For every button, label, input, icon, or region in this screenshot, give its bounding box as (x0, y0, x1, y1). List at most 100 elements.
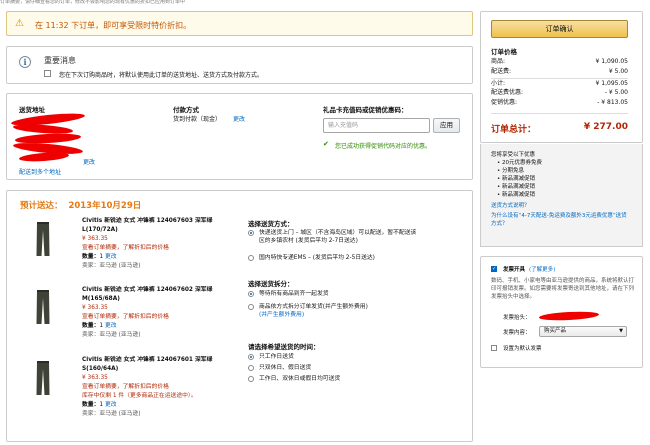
time-option-any[interactable]: 工作日、双休日或假日均可送货 (248, 375, 340, 383)
product-price: ¥ 363.35 (82, 375, 108, 381)
redaction-scribble (538, 310, 600, 322)
time-option-label: 只工作日送货 (259, 354, 294, 360)
radio-button[interactable] (248, 290, 254, 297)
time-option-label: 只双休日、假日送货 (259, 365, 312, 371)
summary-row-ship-discount: 配送费优惠: - ¥ 5.00 (491, 89, 628, 97)
row-value: ¥ 5.00 (608, 68, 628, 75)
promo-hint: 宣看订单摘要，了解折扣后的价格 (82, 384, 169, 390)
split-option-together[interactable]: 等待所有商品到齐一起发货 (248, 290, 329, 298)
row-value: ¥ 1,095.05 (595, 80, 628, 87)
product-price: ¥ 363.35 (82, 236, 108, 242)
product-title[interactable]: Civitis 新锐迹 女式 冲锋裤 124067601 深军绿 S(160/6… (82, 356, 247, 374)
giftcard-heading: 礼品卡充值码或促销优惠码： (323, 106, 408, 114)
radio-button[interactable] (248, 364, 254, 371)
invoice-toggle-label: 发票开具 (503, 267, 526, 273)
ship-option-line2: 区的乡镇农村 (发货后平均 2-7日送达) (259, 238, 358, 244)
product-item: Civitis 新锐迹 女式 冲锋裤 124067603 深军绿 L(170/7… (82, 217, 247, 271)
radio-button[interactable] (248, 229, 254, 236)
default-settings-label: 您在下次订购商品时，将默认使用此订单的送货地址、送货方式及付款方式。 (59, 72, 264, 79)
change-qty-link[interactable]: 更改 (105, 323, 117, 329)
change-qty-link[interactable]: 更改 (105, 254, 117, 260)
qty-label: 数量： (82, 323, 100, 329)
split-option-separate[interactable]: 商品依方式拆分订单发货(并产生额外费用) (并产生额外费用) (248, 303, 368, 319)
benefit-item: 20元优惠券免费 (497, 159, 632, 167)
invoice-learn-more-link[interactable]: (了解更多) (529, 265, 555, 273)
time-limited-alert: ⚠ 在 11:32 下订单，即可享受限时特价折扣。 (6, 11, 473, 36)
change-payment-link[interactable]: 更改 (233, 114, 245, 123)
shipping-why-link[interactable]: 为什么设有“4-7天配送-免运费及额外3元运费优惠”送货方式？ (491, 212, 632, 228)
notice-title: 重要消息 (44, 56, 76, 65)
row-label: 配送费优惠: (491, 89, 524, 96)
radio-button[interactable] (248, 303, 254, 310)
invoice-description: 数码、手机、小家电等由亚马逊提供的商品，系统将默认打印可报销发票。如您需要将发票… (491, 278, 635, 300)
benefit-item: 新品满减促销 (497, 191, 632, 199)
time-option-weekend[interactable]: 只双休日、假日送货 (248, 364, 311, 372)
seller: 卖家：亚马逊 (亚马逊) (82, 263, 141, 269)
radio-button[interactable] (248, 375, 254, 382)
default-invoice-label: 设置为默认发票 (503, 346, 542, 352)
benefit-item: 新品满减促销 (497, 183, 632, 191)
ship-option-express[interactable]: 快递送货上门 – 城区（不含海岛区域）可以配送，暂不配送该 区的乡镇农村 (发货… (248, 229, 416, 245)
delivery-estimate-label: 预计送达： (20, 201, 63, 211)
invoice-content-label: 发票内容： (503, 330, 531, 336)
time-option-label: 工作日、双休日或假日均可送货 (259, 376, 341, 382)
change-address-link[interactable]: 更改 (83, 157, 95, 166)
product-price: ¥ 363.35 (82, 305, 108, 311)
shipping-help-link[interactable]: 送货方式说明？ (491, 202, 632, 210)
row-value: ¥ 1,090.05 (595, 58, 628, 65)
time-option-weekday[interactable]: 只工作日送货 (248, 353, 294, 361)
product-title[interactable]: Civitis 新锐迹 女式 冲锋裤 124067602 深军绿 M(165/6… (82, 286, 247, 304)
delivery-estimate: 预计送达： 2013年10月29日 (20, 199, 141, 211)
invoice-checkbox[interactable]: ✓ (491, 266, 497, 272)
address-payment-section: 送货地址 更改 配送到多个地址 付款方式 货到付款（现金） 更改 礼品卡充值码或… (6, 93, 473, 180)
qty-value: 1 (99, 402, 104, 408)
ship-option-ems[interactable]: 国内特快专递EMS – (发货后平均 2-5日送达) (248, 254, 375, 262)
alert-message: 在 11:32 下订单，即可享受限时特价折扣。 (35, 21, 192, 30)
chevron-down-icon: ▼ (619, 328, 623, 334)
benefit-item: 新品满减促销 (497, 175, 632, 183)
time-heading: 请选择希望送货的时间： (248, 343, 320, 351)
product-item: Civitis 新锐迹 女式 冲锋裤 124067601 深军绿 S(160/6… (82, 356, 247, 419)
row-value: - ¥ 5.00 (604, 89, 628, 96)
qty-label: 数量： (82, 402, 100, 408)
qty-value: 1 (99, 323, 104, 329)
product-item: Civitis 新锐迹 女式 冲锋裤 124067602 深军绿 M(165/6… (82, 286, 247, 340)
invoice-content-select[interactable]: 购买产品 ▼ (539, 326, 627, 337)
row-label: 小计: (491, 80, 506, 87)
multi-address-link[interactable]: 配送到多个地址 (19, 167, 61, 176)
price-heading: 订单价格 (491, 48, 517, 56)
promo-hint: 宣看订单摘要，了解折扣后的价格 (82, 245, 169, 251)
important-notice: i 重要消息 您在下次订购商品时，将默认使用此订单的送货地址、送货方式及付款方式… (6, 46, 473, 84)
top-hint-strip: 订单摘要，请仔细查看您的订单，修改不会影响您的现有优惠的折扣已应用到订单中 (0, 0, 186, 5)
payment-method: 货到付款（现金） (173, 116, 222, 123)
promo-hint: 宣看订单摘要，了解折扣后的价格 (82, 314, 169, 320)
split-option-label: 商品依方式拆分订单发货(并产生额外费用) (259, 304, 368, 310)
product-title[interactable]: Civitis 新锐迹 女式 冲锋裤 124067603 深军绿 L(170/7… (82, 217, 247, 235)
change-qty-link[interactable]: 更改 (105, 402, 117, 408)
total-value: ¥ 277.00 (583, 122, 628, 132)
giftcard-input[interactable]: 输入充值码 (323, 118, 430, 133)
payment-heading: 付款方式 (173, 106, 199, 114)
product-image (36, 361, 50, 395)
ship-option-line1: 快递送货上门 – 城区（不含海岛区域）可以配送，暂不配送该 (259, 230, 417, 236)
promo-success-message: 您已成功获得促销代码对应的优惠。 (335, 143, 432, 150)
benefits-panel: 您将享受以下优惠 20元优惠券免费 分期免息 新品满减促销 新品满减促销 新品满… (480, 144, 643, 247)
row-label: 配送费: (491, 68, 512, 75)
default-settings-checkbox[interactable] (44, 70, 51, 77)
split-option-label: 等待所有商品到齐一起发货 (259, 291, 329, 297)
order-summary-card: 订单确认 订单价格 商品: ¥ 1,090.05 配送费: ¥ 5.00 小计: ¥ … (480, 11, 643, 143)
summary-row-promo: 促销优惠: - ¥ 813.05 (491, 99, 628, 107)
invoice-title-label: 发票抬头： (503, 315, 531, 321)
radio-button[interactable] (248, 254, 254, 261)
default-invoice-checkbox[interactable] (491, 345, 497, 351)
split-heading: 选择送货拆分： (248, 280, 294, 288)
apply-code-button[interactable]: 应用 (433, 118, 460, 133)
info-icon: i (19, 56, 31, 68)
shipping-address-heading: 送货地址 (19, 106, 45, 114)
total-label: 订单总计： (491, 125, 537, 135)
place-order-button[interactable]: 订单确认 (491, 20, 628, 38)
extra-fee-link[interactable]: (并产生额外费用) (248, 312, 304, 318)
qty-label: 数量： (82, 254, 100, 260)
radio-button[interactable] (248, 353, 254, 360)
row-label: 促销优惠: (491, 99, 518, 106)
